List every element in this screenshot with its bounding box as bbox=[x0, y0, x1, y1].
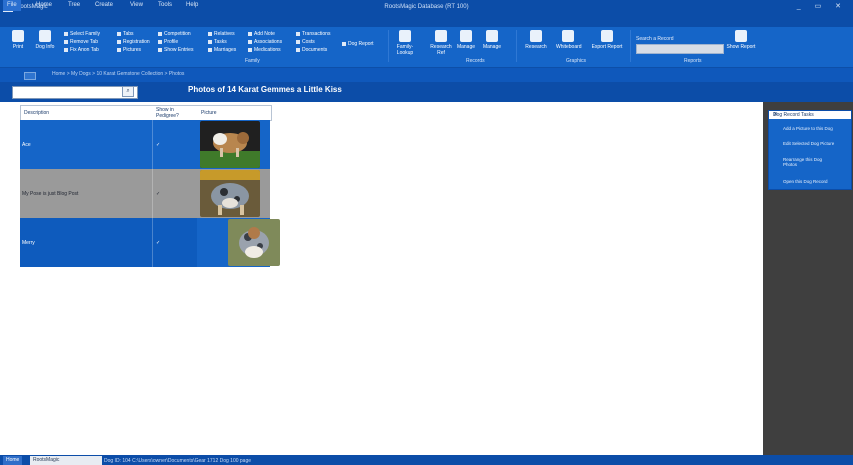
search-icon[interactable]: ⌕ bbox=[122, 86, 134, 97]
table-row[interactable]: Merry ✓ bbox=[20, 218, 280, 267]
task-link-add-picture[interactable]: Add a Picture to this Dog bbox=[783, 126, 833, 131]
ribbon-group-label: Records bbox=[466, 58, 485, 64]
back-icon[interactable] bbox=[24, 72, 36, 80]
research-icon bbox=[530, 30, 542, 42]
menu-view[interactable]: View bbox=[130, 2, 143, 8]
dog-record-tasks: Dog Record Tasks ✕ Add a Picture to this… bbox=[768, 110, 852, 190]
close-icon[interactable]: ✕ bbox=[773, 111, 848, 118]
ribbon-separator bbox=[388, 30, 389, 62]
ribbon-item[interactable]: Associations bbox=[248, 39, 282, 45]
dog-photo[interactable] bbox=[228, 219, 280, 266]
column-header-picture[interactable]: Picture bbox=[201, 110, 217, 116]
column-header-show[interactable]: Show in Pedigree? bbox=[156, 107, 196, 119]
manage-icon bbox=[486, 30, 498, 42]
menu-file[interactable]: File bbox=[3, 0, 21, 11]
search-input[interactable] bbox=[12, 86, 138, 99]
manage-button-2[interactable]: Manage bbox=[480, 30, 504, 50]
ribbon-item[interactable]: Competition bbox=[158, 31, 191, 37]
dog-photo[interactable] bbox=[200, 170, 260, 217]
show-report-button[interactable]: Show Report bbox=[724, 30, 758, 50]
grid-header: Description Show in Pedigree? Picture bbox=[20, 105, 272, 121]
status-tab-home[interactable]: Home bbox=[3, 456, 23, 465]
ribbon-group-label: Reports bbox=[684, 58, 702, 64]
menu-tree[interactable]: Tree bbox=[68, 2, 80, 8]
show-checkbox[interactable]: ✓ bbox=[156, 240, 160, 246]
ribbon-item[interactable]: Select Family bbox=[64, 31, 100, 37]
family-lookup-button[interactable]: Family-Lookup bbox=[392, 30, 418, 56]
ribbon-item[interactable]: Fix Anon Tab bbox=[64, 47, 99, 53]
ribbon-item[interactable]: Medications bbox=[248, 47, 281, 53]
table-row[interactable]: My Pose is just Blog Post ✓ bbox=[20, 169, 270, 218]
ribbon-separator bbox=[630, 30, 631, 62]
ribbon-item[interactable]: Costs bbox=[296, 39, 315, 45]
research-button[interactable]: Research bbox=[522, 30, 550, 50]
task-link-edit-picture[interactable]: Edit Selected Dog Picture bbox=[783, 141, 834, 146]
show-checkbox[interactable]: ✓ bbox=[156, 142, 160, 148]
print-icon bbox=[12, 30, 24, 42]
task-link-open-record[interactable]: Open this Dog Record bbox=[783, 179, 828, 184]
menu-bar bbox=[0, 16, 853, 27]
breadcrumb[interactable]: Home > My Dogs > 10 Karat Gemstone Colle… bbox=[52, 71, 184, 77]
status-text: Dog ID: 104 C:\Users\owner\Documents\Gea… bbox=[104, 458, 252, 464]
print-button[interactable]: Print bbox=[8, 30, 28, 50]
row-description: My Pose is just Blog Post bbox=[22, 191, 79, 197]
task-link-rearrange[interactable]: Rearrange this Dog Photos bbox=[783, 157, 837, 167]
task-header: Dog Record Tasks ✕ bbox=[769, 111, 851, 119]
dog-photo[interactable] bbox=[200, 121, 260, 168]
research-ref-button[interactable]: Research Ref bbox=[430, 30, 452, 56]
column-header-description[interactable]: Description bbox=[24, 110, 49, 116]
status-tab-rootsmagic[interactable]: RootsMagic bbox=[30, 456, 102, 465]
search-record-label: Search a Record bbox=[636, 36, 674, 42]
dog-info-icon bbox=[39, 30, 51, 42]
ribbon-item[interactable]: Relatives bbox=[208, 31, 235, 37]
manage-button[interactable]: Manage bbox=[454, 30, 478, 50]
ribbon-item[interactable]: Documents bbox=[296, 47, 327, 53]
ribbon-item[interactable]: Tabs bbox=[117, 31, 134, 37]
ribbon-item[interactable]: Tasks bbox=[208, 39, 227, 45]
ribbon-separator bbox=[516, 30, 517, 62]
manage-icon bbox=[460, 30, 472, 42]
family-lookup-icon bbox=[399, 30, 411, 42]
whiteboard-icon bbox=[562, 30, 574, 42]
export-report-icon bbox=[601, 30, 613, 42]
ribbon-item[interactable]: Remove Tab bbox=[64, 39, 98, 45]
row-description: Merry bbox=[22, 240, 35, 246]
ribbon-item[interactable]: Add Note bbox=[248, 31, 275, 37]
search-record-input[interactable] bbox=[636, 44, 724, 54]
menu-home[interactable]: Home bbox=[36, 2, 52, 8]
show-report-icon bbox=[735, 30, 747, 42]
ribbon-item[interactable]: Show Entries bbox=[158, 47, 193, 53]
row-description: Ace bbox=[22, 142, 31, 148]
window-title: RootsMagic Database (RT 100) bbox=[384, 4, 469, 10]
export-report-button[interactable]: Export Report bbox=[590, 30, 624, 50]
ribbon-item[interactable]: Marriages bbox=[208, 47, 236, 53]
whiteboard-button[interactable]: Whiteboard bbox=[556, 30, 582, 50]
dog-report-dropdown[interactable]: Dog Report bbox=[342, 41, 374, 47]
dog-info-button[interactable]: Dog Info bbox=[32, 30, 58, 50]
menu-create[interactable]: Create bbox=[95, 2, 113, 8]
table-row[interactable]: Ace ✓ bbox=[20, 120, 270, 169]
ribbon-item[interactable]: Pictures bbox=[117, 47, 141, 53]
show-checkbox[interactable]: ✓ bbox=[156, 191, 160, 197]
ribbon-item[interactable]: Transactions bbox=[296, 31, 330, 37]
ribbon-item[interactable]: Profile bbox=[158, 39, 178, 45]
ribbon-item[interactable]: Registration bbox=[117, 39, 150, 45]
research-ref-icon bbox=[435, 30, 447, 42]
ribbon-group-label: Graphics bbox=[566, 58, 587, 64]
ribbon-group-label: Family bbox=[245, 58, 260, 64]
app-window: RootsMagic RootsMagic Database (RT 100) … bbox=[0, 0, 853, 465]
window-controls[interactable]: _ ▭ ✕ bbox=[797, 2, 847, 10]
menu-tools[interactable]: Tools bbox=[158, 2, 172, 8]
page-title: Photos of 14 Karat Gemmes a Little Kiss bbox=[188, 85, 342, 94]
menu-help[interactable]: Help bbox=[186, 2, 198, 8]
